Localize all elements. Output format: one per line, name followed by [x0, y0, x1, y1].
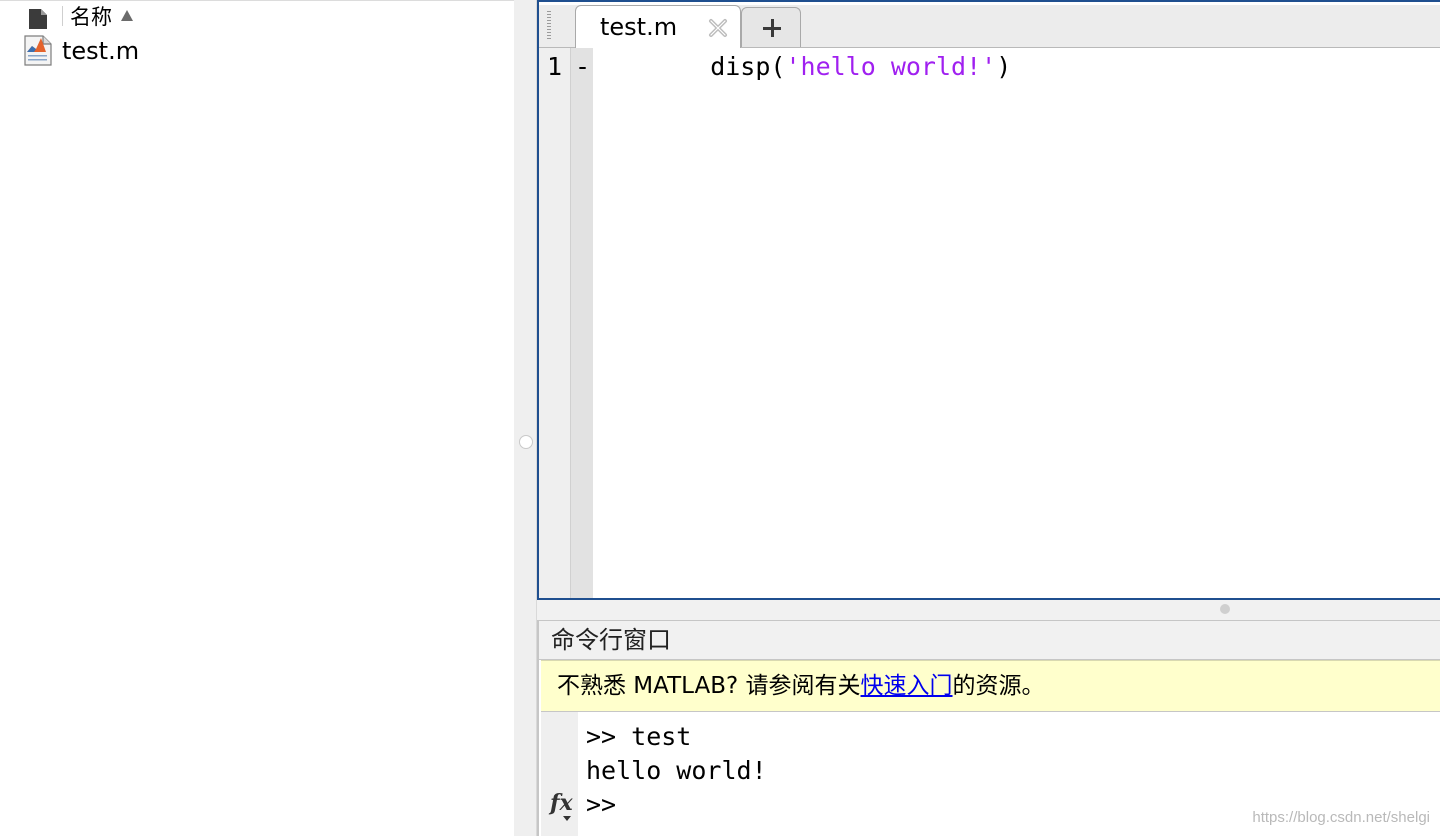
banner-text: 不熟悉 MATLAB? 请参阅有关 — [557, 673, 861, 699]
name-column-header[interactable]: 名称 — [70, 4, 112, 30]
code-text: ) — [996, 52, 1012, 81]
sort-ascending-icon[interactable] — [121, 10, 133, 21]
drag-grip-icon[interactable] — [547, 11, 551, 41]
breakpoint-gutter[interactable]: - — [570, 48, 593, 598]
line-number-gutter: 1 — [539, 48, 570, 598]
splitter-handle[interactable] — [1220, 604, 1230, 614]
command-window-titlebar[interactable]: 命令行窗口 — [539, 620, 1440, 660]
column-separator — [62, 6, 63, 26]
output-line: hello world! — [586, 756, 767, 785]
string-literal: 'hello world!' — [785, 52, 997, 81]
tab-label[interactable]: test.m — [600, 12, 677, 42]
executable-line-marker[interactable]: - — [575, 50, 590, 84]
splitter-handle[interactable] — [519, 435, 533, 449]
editor-panel: test.m 1 - disp('hello world!') — [537, 0, 1440, 600]
watermark: https://blog.csdn.net/shelgi — [1252, 809, 1430, 826]
getting-started-link[interactable]: 快速入门 — [861, 673, 953, 699]
banner-text-end: 的资源。 — [952, 673, 1045, 699]
file-type-icon — [28, 8, 48, 35]
code-line[interactable]: disp('hello world!') — [650, 50, 1011, 84]
file-name[interactable]: test.m — [62, 37, 139, 65]
file-list-header[interactable]: 名称 — [0, 0, 514, 33]
current-folder-panel: 名称 test.m — [0, 0, 515, 836]
editor-tab-strip: test.m — [539, 5, 1440, 48]
getting-started-banner: 不熟悉 MATLAB? 请参阅有关快速入门的资源。 — [541, 660, 1440, 712]
file-list-item[interactable]: test.m — [22, 34, 502, 68]
close-icon[interactable] — [708, 18, 728, 43]
matlab-file-icon — [22, 34, 54, 71]
vertical-splitter[interactable] — [514, 0, 537, 836]
command-window[interactable]: 命令行窗口 不熟悉 MATLAB? 请参阅有关快速入门的资源。 fx >> te… — [537, 620, 1440, 836]
command-line: >> test — [586, 722, 692, 751]
add-tab-button[interactable] — [741, 7, 801, 47]
command-window-title: 命令行窗口 — [551, 626, 671, 654]
command-output[interactable]: >> test hello world! >> — [586, 720, 767, 822]
code-text: disp( — [650, 52, 786, 81]
line-number: 1 — [547, 52, 563, 81]
dropdown-arrow-icon[interactable] — [563, 816, 571, 821]
command-prompt[interactable]: >> — [586, 788, 767, 822]
tab-test-m[interactable]: test.m — [575, 5, 741, 48]
horizontal-splitter[interactable] — [537, 600, 1440, 620]
function-browser-icon[interactable]: fx — [550, 790, 573, 816]
command-gutter: fx — [541, 712, 578, 836]
